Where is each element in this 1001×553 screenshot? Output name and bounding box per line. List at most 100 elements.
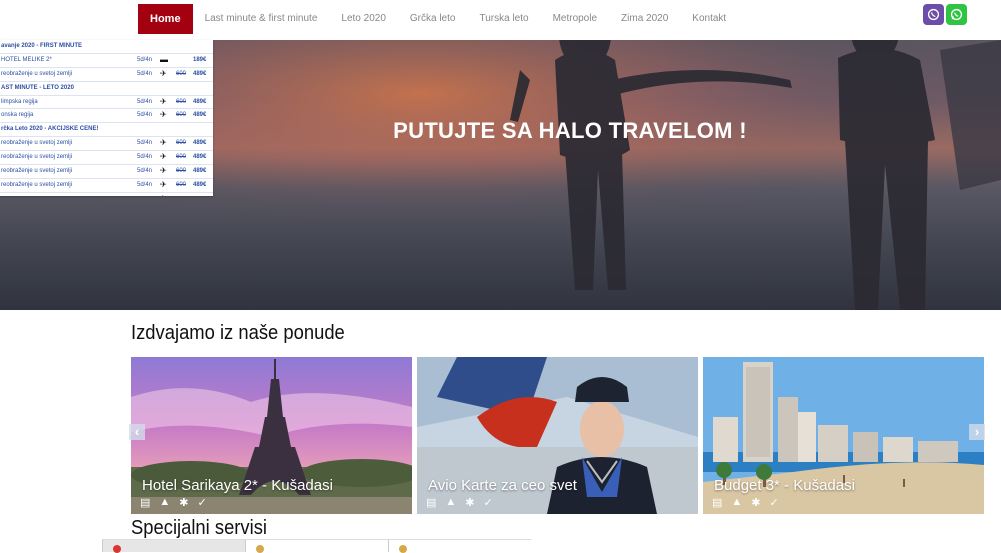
- check-icon: ✓: [484, 496, 493, 509]
- bed-icon: ▤: [426, 496, 436, 509]
- carousel-next-button[interactable]: ›: [969, 424, 985, 440]
- offer-price: 489€: [193, 140, 206, 146]
- offer-name: limpska regija: [1, 99, 38, 105]
- offer-row[interactable]: reobraženje u svetoj zemlji 5d/4n ✈ 600 489€: [0, 179, 213, 193]
- offer-name: avanje 2020 - FIRST MINUTE: [1, 43, 82, 49]
- offer-price: 489€: [193, 112, 206, 118]
- offer-old-price: 600: [176, 71, 186, 77]
- offer-row[interactable]: onska regija5d/4n✈600489€: [0, 109, 213, 123]
- tab-icon: [399, 545, 407, 553]
- nav-last-minute[interactable]: Last minute & first minute: [193, 4, 330, 34]
- beach-icon: ▲: [159, 496, 170, 509]
- offers-widget: avanje 2020 - FIRST MINUTE HOTEL MELIKE 2…: [0, 40, 213, 196]
- plane-icon: ✈: [160, 98, 167, 106]
- offer-price: 489€: [193, 71, 206, 77]
- offer-old-price: 600: [176, 99, 186, 105]
- plane-icon: ✈: [160, 181, 167, 189]
- offer-old-price: 600: [176, 140, 186, 146]
- offer-duration: 5d/4n: [137, 154, 152, 160]
- bottom-tab-1[interactable]: [102, 539, 245, 552]
- snowflake-icon: ✱: [751, 496, 760, 509]
- plane-icon: ✈: [160, 153, 167, 161]
- offer-row[interactable]: reobraženje u svetoj zemlji 5d/4n ✈ 600 489€: [0, 151, 213, 165]
- plane-icon: ✈: [160, 167, 167, 175]
- offer-duration: 5d/4n: [137, 168, 152, 174]
- snowflake-icon: ✱: [465, 496, 474, 509]
- bed-icon: ▤: [140, 496, 150, 509]
- offer-row[interactable]: HOTEL MELIKE 2* 5d/4n ▬ 189€: [0, 54, 213, 68]
- offer-name: AST MINUTE - LETO 2020: [1, 85, 74, 91]
- nav-leto-2020[interactable]: Leto 2020: [329, 4, 398, 34]
- offer-name: rčka Leto 2020 - AKCIJSKE CENE!: [1, 126, 98, 132]
- tab-icon: [256, 545, 264, 553]
- whatsapp-icon: [950, 8, 963, 21]
- offer-old-price: 600: [176, 168, 186, 174]
- card-title: Hotel Sarikaya 2* - Kušadasi: [142, 477, 333, 494]
- bottom-tab-2[interactable]: [245, 539, 388, 552]
- offer-duration: 5d/4n: [137, 99, 152, 105]
- offer-name: reobraženje u svetoj zemlji: [1, 71, 72, 77]
- offer-duration: 5d/4n: [137, 112, 152, 118]
- offer-old-price: 600: [176, 154, 186, 160]
- card-amenities: ▤ ▲ ✱ ✓: [426, 496, 493, 509]
- offer-name: onska regija: [1, 112, 33, 118]
- offer-price: 489€: [193, 154, 206, 160]
- offer-row[interactable]: reobraženje u svetoj zemlji 5d/4n ✈ 600 489€: [0, 68, 213, 82]
- offers-group-header: avanje 2020 - FIRST MINUTE: [0, 40, 213, 54]
- offers-group-header: rčka Leto 2020 - AKCIJSKE CENE!: [0, 123, 213, 137]
- tab-icon: [113, 545, 121, 553]
- offer-price: 189€: [193, 57, 206, 63]
- offer-row[interactable]: reobraženje u svetoj zemlji 5d/4n ✈ 600 489€: [0, 137, 213, 151]
- top-navigation-bar: Home Last minute & first minute Leto 202…: [0, 0, 1001, 40]
- nav-grcka-leto[interactable]: Grčka leto: [398, 4, 468, 34]
- offer-card-budget-3[interactable]: Budget 3* - Kušadasi ▤ ▲ ✱ ✓: [703, 357, 984, 514]
- nav-zima-2020[interactable]: Zima 2020: [609, 4, 680, 34]
- card-title: Avio Karte za ceo svet: [428, 477, 577, 494]
- bottom-tabs: [102, 539, 531, 551]
- plane-icon: ✈: [160, 70, 167, 78]
- snowflake-icon: ✱: [179, 496, 188, 509]
- featured-heading: Izdvajamo iz naše ponude: [131, 322, 345, 345]
- plane-icon: ✈: [160, 139, 167, 147]
- viber-icon: [927, 8, 940, 21]
- offer-row[interactable]: limpska regija 5d/4n ✈ 600 489€: [0, 96, 213, 110]
- offer-name: reobraženje u svetoj zemlji: [1, 140, 72, 146]
- offer-name: HOTEL MELIKE 2*: [1, 57, 52, 63]
- bottom-tab-3[interactable]: [388, 539, 531, 552]
- beach-icon: ▲: [731, 496, 742, 509]
- nav-metropole[interactable]: Metropole: [541, 4, 609, 34]
- nav-turska-leto[interactable]: Turska leto: [467, 4, 540, 34]
- offer-duration: 5d/4n: [137, 140, 152, 146]
- whatsapp-button[interactable]: [946, 4, 967, 25]
- offer-old-price: 600: [176, 182, 186, 188]
- offer-card-avio-karte[interactable]: Avio Karte za ceo svet ▤ ▲ ✱ ✓: [417, 357, 698, 514]
- main-nav: Home Last minute & first minute Leto 202…: [138, 4, 738, 34]
- check-icon: ✓: [198, 496, 207, 509]
- offer-price: 489€: [193, 182, 206, 188]
- services-heading: Specijalni servisi: [131, 517, 267, 540]
- offer-row[interactable]: reobraženje u svetoj zemlji5d/4n✈600489€: [0, 165, 213, 179]
- offer-price: 489€: [193, 168, 206, 174]
- offer-duration: 5d/4n: [137, 71, 152, 77]
- card-title: Budget 3* - Kušadasi: [714, 477, 855, 494]
- offer-duration: 5d/4n: [137, 57, 152, 63]
- nav-home[interactable]: Home: [138, 4, 193, 34]
- bus-icon: ▬: [160, 56, 168, 64]
- nav-kontakt[interactable]: Kontakt: [680, 4, 738, 34]
- plane-icon: ✈: [160, 111, 167, 119]
- plane-icon: ✈: [160, 195, 167, 196]
- viber-button[interactable]: [923, 4, 944, 25]
- chevron-right-icon: ›: [975, 424, 979, 439]
- offer-card-hotel-sarikaya[interactable]: Hotel Sarikaya 2* - Kušadasi ▤ ▲ ✱ ✓: [131, 357, 412, 514]
- check-icon: ✓: [770, 496, 779, 509]
- offers-group-header: AST MINUTE - LETO 2020: [0, 82, 213, 96]
- offer-name: reobraženje u svetoj zemlji: [1, 182, 72, 188]
- beach-icon: ▲: [445, 496, 456, 509]
- offer-duration: 5d/4n: [137, 182, 152, 188]
- card-amenities: ▤ ▲ ✱ ✓: [140, 496, 207, 509]
- offer-price: 489€: [193, 99, 206, 105]
- offer-row[interactable]: reobraženje u svetoj zemlji5d/4n✈600489€: [0, 193, 213, 196]
- bed-icon: ▤: [712, 496, 722, 509]
- offer-name: reobraženje u svetoj zemlji: [1, 154, 72, 160]
- carousel-prev-button[interactable]: ‹: [129, 424, 145, 440]
